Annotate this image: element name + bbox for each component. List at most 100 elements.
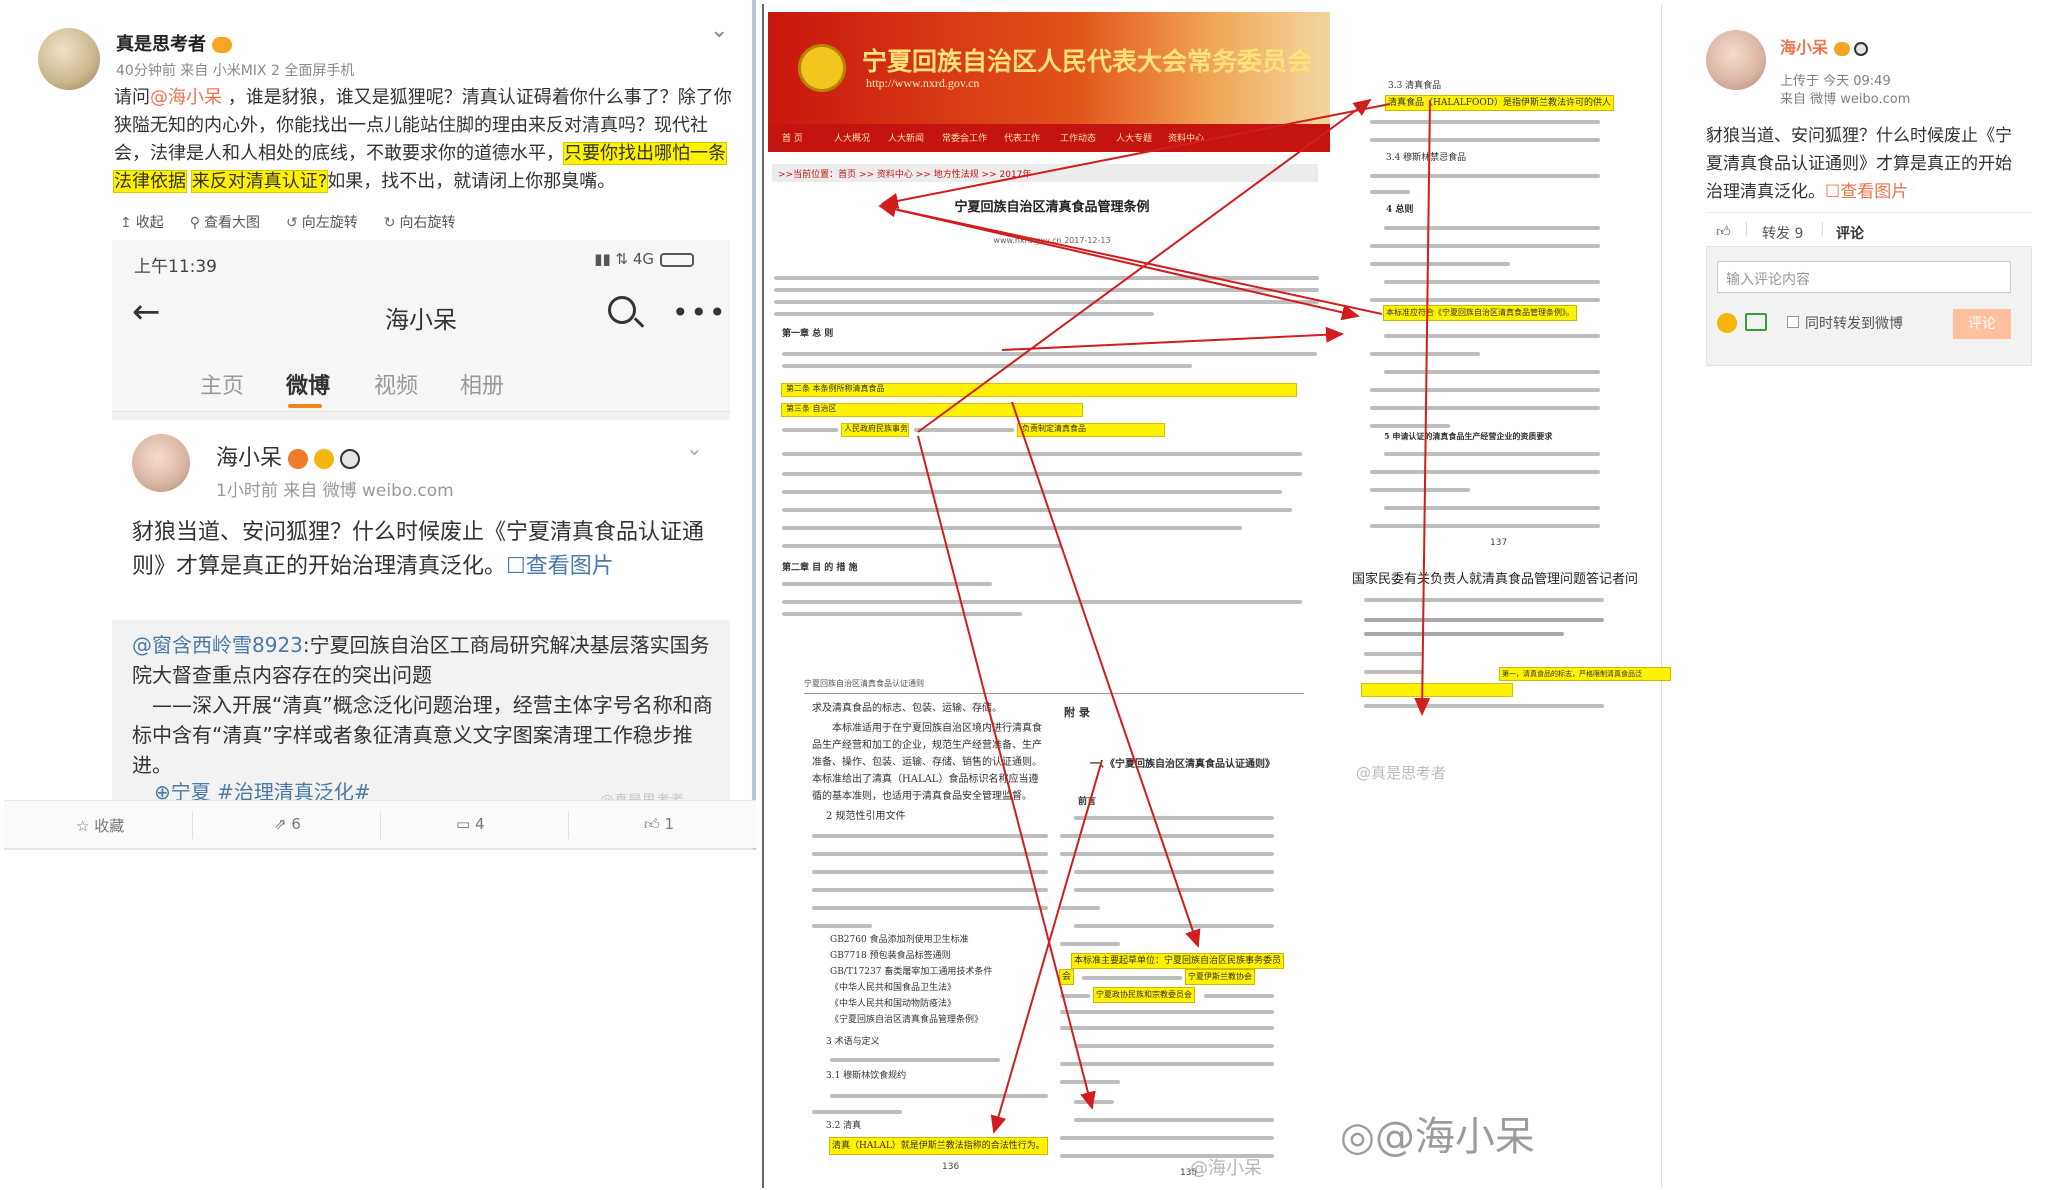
text-line: [1370, 406, 1600, 410]
text-line: [830, 1094, 1048, 1098]
text-line: [782, 452, 1302, 456]
highlighted-text: 人民政府民族事务: [844, 424, 908, 433]
page-source: www.nxrd.gov.cn 2017-12-13: [993, 236, 1111, 245]
like-button[interactable]: 👍︎ 1: [644, 815, 674, 834]
avatar: [132, 434, 190, 492]
vip-badge-icon: [1834, 41, 1851, 56]
doc-section: 2 规范性引用文件: [826, 811, 906, 822]
text-line: [774, 312, 1154, 316]
thumbs-up-icon[interactable]: 👍︎: [1716, 223, 1731, 240]
chevron-down-icon[interactable]: ⌄: [710, 18, 728, 43]
collapse-label: 收起: [135, 215, 164, 231]
text-line: [1384, 506, 1600, 510]
sync-checkbox[interactable]: [1787, 316, 1799, 328]
post-action-bar: 👍︎ | 转发 9 | 评论: [1706, 212, 2032, 246]
text-line: [1060, 942, 1120, 946]
text-line: [1060, 1010, 1274, 1014]
favorite-label: 收藏: [94, 817, 125, 835]
post-username[interactable]: 真是思考者: [116, 34, 206, 55]
emoji-icon[interactable]: [1717, 313, 1737, 333]
watermark: @真是思考者: [1356, 764, 1447, 782]
search-icon: [608, 296, 636, 324]
view-large-button[interactable]: ⚲ 查看大图: [190, 212, 260, 232]
rotate-left-button[interactable]: ↺ 向左旋转: [286, 212, 358, 232]
site-menu: 首 页 人大概况 人大新闻 常委会工作 代表工作 工作动态 人大专题 资料中心: [768, 124, 1330, 152]
favorite-button[interactable]: ☆ 收藏: [76, 815, 124, 836]
emoji-icon: [288, 449, 309, 469]
menu-item: 代表工作: [1004, 134, 1041, 144]
mention-link[interactable]: @海小呆: [150, 87, 222, 108]
repost-icon: ⇗: [274, 815, 292, 833]
panda-icon: [340, 449, 361, 469]
text-line: [1384, 452, 1600, 456]
text-line: [782, 526, 1242, 530]
text-line: [1370, 488, 1470, 492]
highlighted-text: 宁夏伊斯兰教协会: [1185, 969, 1255, 985]
post-source: 来自 微博 weibo.com: [1780, 92, 1911, 107]
watermark: @海小呆: [1190, 1158, 1262, 1179]
phone-post-meta: 1小时前 来自 微博 weibo.com: [216, 481, 454, 501]
text-line: [1364, 618, 1604, 622]
text-line: [1364, 670, 1424, 674]
post-meta: 40分钟前 来自 小米MIX 2 全面屏手机: [116, 63, 355, 79]
text-line: [1074, 888, 1274, 892]
post-text: 请问@海小呆 ，谁是豺狼，谁又是狐狸呢？清真认证碍着你什么事了？除了你狭隘无知的…: [113, 84, 734, 196]
phone-screenshot-image[interactable]: 上午11:39 ▮▮ ⇅ 4G ← 海小呆 ••• 主页 微博 视频 相册 海小…: [112, 240, 730, 840]
doc-section: 5 申请认证的清真食品生产经营企业的资质要求: [1384, 431, 1553, 441]
rotate-right-button[interactable]: ↻ 向右旋转: [384, 212, 456, 232]
menu-item: 人大概况: [834, 134, 871, 144]
left-weibo-post: 真是思考者 40分钟前 来自 小米MIX 2 全面屏手机 ⌄ 请问@海小呆 ，谁…: [4, 0, 756, 850]
comment-tab[interactable]: 评论: [1836, 223, 1864, 243]
text-line: [774, 288, 1319, 292]
like-count: 1: [664, 815, 674, 833]
sync-label: 同时转发到微博: [1805, 316, 1903, 332]
chevron-down-icon: ⌄: [686, 436, 703, 460]
repost-button[interactable]: ⇗ 6: [274, 815, 301, 833]
tab-weibo: 微博: [286, 374, 331, 399]
text-line: [774, 276, 1319, 280]
text-line: [1370, 244, 1600, 248]
view-large-label: 查看大图: [204, 215, 260, 231]
text-line: [782, 472, 1302, 476]
phone-post-card: 海小呆 1小时前 来自 微博 weibo.com ⌄ 豺狼当道、安问狐狸？什么时…: [112, 420, 730, 840]
post-username[interactable]: 海小呆: [1780, 38, 1828, 57]
text-line: [1060, 1062, 1274, 1066]
status-bar: 上午11:39 ▮▮ ⇅ 4G: [112, 240, 730, 278]
text-line: [1364, 632, 1564, 636]
text-line: [812, 834, 1048, 838]
phone-post-text: 豺狼当道、安问狐狸？什么时候废止《宁夏清真食品认证通则》才算是真正的开始治理清真…: [132, 520, 705, 579]
site-title: 宁夏回族自治区人民代表大会常务委员会: [862, 47, 1313, 76]
document-image[interactable]: 宁夏回族自治区人民代表大会常务委员会 http://www.nxrd.gov.c…: [762, 4, 1671, 1188]
avatar[interactable]: [38, 28, 100, 90]
text-line: [1370, 470, 1600, 474]
repost-button[interactable]: 转发 9: [1762, 223, 1803, 243]
menu-item: 常委会工作: [942, 134, 988, 144]
view-image-link[interactable]: ☐查看图片: [1825, 182, 1908, 202]
national-emblem-icon: [798, 44, 846, 92]
text-line: [1370, 524, 1600, 528]
text-line: [1364, 598, 1604, 602]
menu-item: 人大新闻: [888, 134, 925, 144]
collapse-button[interactable]: ↥ 收起: [120, 212, 164, 232]
tab-video: 视频: [374, 374, 419, 399]
image-icon[interactable]: [1745, 313, 1767, 331]
text-line: [1060, 1080, 1120, 1084]
highlighted-text: 清真食品（HALALFOOD）是指伊斯兰教法许可的供人: [1384, 95, 1615, 111]
menu-item: 首 页: [782, 134, 803, 144]
text-line: [1074, 1044, 1274, 1048]
highlighted-text: 宁夏政协民族和宗教委员会: [1093, 987, 1195, 1003]
profile-title: 海小呆: [385, 306, 457, 334]
text-line: [1060, 852, 1274, 856]
text-line: [782, 544, 1062, 548]
text-line: [1370, 262, 1510, 266]
text-line: [812, 852, 1048, 856]
repost-user: @窗含西岭雪8923: [132, 633, 303, 657]
ref-item: GB2760 食品添加剂使用卫生标准: [830, 935, 969, 945]
submit-comment-button[interactable]: 评论: [1953, 309, 2011, 339]
text-line: [782, 612, 1022, 616]
doc-section: 3.2 清真: [826, 1121, 862, 1131]
text-line: [782, 364, 1192, 368]
comment-input[interactable]: 输入评论内容: [1717, 261, 2011, 293]
avatar[interactable]: [1706, 30, 1766, 90]
comment-button[interactable]: ▭ 4: [456, 815, 485, 833]
